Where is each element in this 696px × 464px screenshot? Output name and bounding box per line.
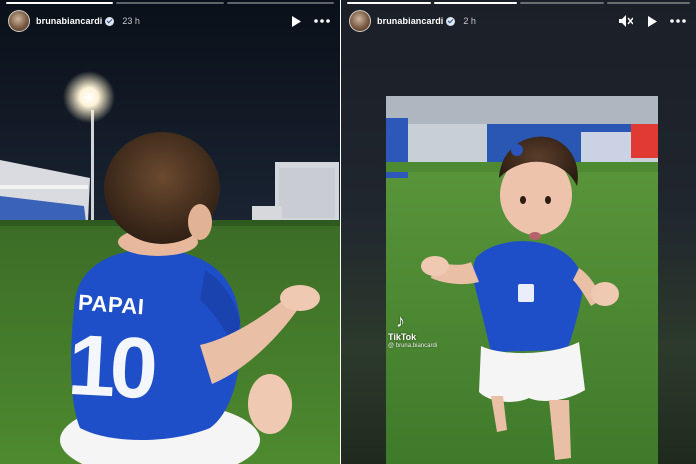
jersey-number-text: 10 <box>65 316 155 418</box>
mute-icon[interactable] <box>616 11 636 31</box>
progress-segment <box>226 2 334 4</box>
story-username[interactable]: brunabiancardi <box>377 16 443 26</box>
progress-segment <box>347 2 431 4</box>
story-timestamp: 23 h <box>122 16 140 26</box>
story-panel-right[interactable]: brunabiancardi 2 h <box>341 0 696 464</box>
avatar[interactable] <box>8 10 30 32</box>
progress-segment <box>6 2 114 4</box>
jersey-name-text: PAPAI <box>77 289 146 320</box>
tiktok-watermark: ♪ TikTok @ bruna.biancardi <box>388 312 437 349</box>
progress-segment <box>116 2 224 4</box>
tiktok-icon: ♪ <box>396 311 405 331</box>
story-progress-bar <box>6 2 334 5</box>
avatar[interactable] <box>349 10 371 32</box>
more-icon[interactable] <box>668 11 688 31</box>
story-timestamp: 2 h <box>463 16 476 26</box>
play-icon[interactable] <box>286 11 306 31</box>
more-icon[interactable] <box>312 11 332 31</box>
story-progress-bar <box>347 2 690 5</box>
story-header: brunabiancardi 23 h <box>0 6 340 36</box>
story-username[interactable]: brunabiancardi <box>36 16 102 26</box>
tiktok-label: TikTok <box>388 332 417 342</box>
verified-icon <box>105 16 115 26</box>
story-photo-baby-walking-pitch <box>386 96 658 464</box>
play-icon[interactable] <box>642 11 662 31</box>
progress-segment <box>433 2 517 4</box>
progress-segment <box>520 2 604 4</box>
tiktok-handle: @ bruna.biancardi <box>388 343 438 349</box>
story-panel-left[interactable]: PAPAI 10 brunabiancardi 23 h <box>0 0 340 464</box>
story-photo-baby-stadium-night <box>0 0 340 464</box>
progress-segment <box>606 2 690 4</box>
story-header: brunabiancardi 2 h <box>341 6 696 36</box>
verified-icon <box>446 16 456 26</box>
